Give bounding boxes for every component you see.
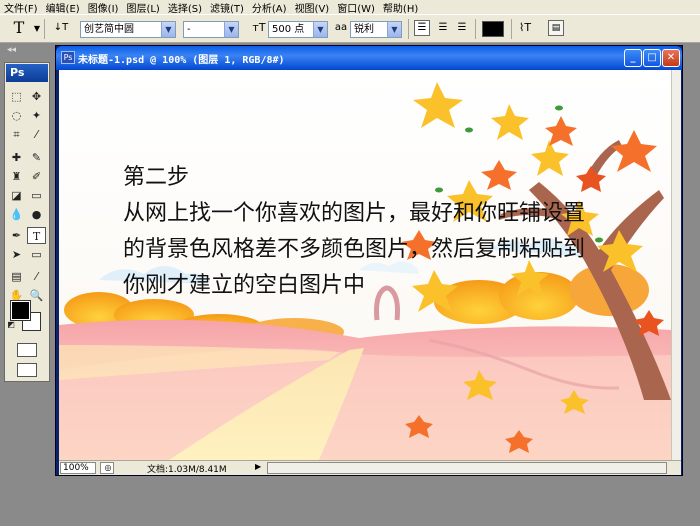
menu-view[interactable]: 视图(V) (291, 0, 334, 15)
divider (475, 19, 476, 39)
canvas-text-line-2: 从网上找一个你喜欢的图片，最好和你旺铺设置 (123, 201, 586, 226)
status-options-icon[interactable]: ◎ (100, 462, 114, 474)
dodge-tool-icon[interactable]: ● (27, 206, 46, 223)
slice-tool-icon[interactable]: ⁄ (27, 126, 46, 143)
crop-tool-icon[interactable]: ⌗ (7, 126, 26, 143)
warp-text-icon[interactable]: ⌇T (516, 19, 534, 37)
blur-tool-icon[interactable]: 💧 (7, 206, 26, 223)
text-color-swatch[interactable] (482, 21, 504, 37)
vertical-scrollbar[interactable] (671, 70, 681, 460)
canvas-text-line-3: 的背景色风格差不多颜色图片，然后复制粘贴到 (123, 237, 586, 262)
history-brush-tool-icon[interactable]: ✐ (27, 168, 46, 185)
divider (408, 19, 409, 39)
default-colors-icon[interactable]: ◩ (6, 320, 16, 330)
marquee-tool-icon[interactable]: ⬚ (7, 88, 26, 105)
align-right-icon[interactable]: ☰ (453, 19, 471, 37)
font-size-select[interactable]: 500 点 ▼ (268, 21, 328, 38)
document-status-bar: 100% ◎ 文档:1.03M/8.41M ▶ (59, 460, 681, 475)
menu-select[interactable]: 选择(S) (164, 0, 206, 15)
divider (511, 19, 512, 39)
foreground-color-swatch[interactable] (10, 300, 31, 321)
image-canvas[interactable]: 第二步 从网上找一个你喜欢的图片，最好和你旺铺设置 的背景色风格差不多颜色图片，… (59, 70, 671, 460)
workspace-background (0, 478, 700, 526)
anti-alias-select[interactable]: 锐利 ▼ (350, 21, 402, 38)
type-tool-icon[interactable]: T (27, 227, 46, 244)
horizontal-scrollbar[interactable] (267, 462, 667, 474)
menu-window[interactable]: 窗口(W) (333, 0, 379, 15)
document-title: 未标题-1.psd @ 100% (图层 1, RGB/8#) (78, 55, 285, 66)
path-selection-tool-icon[interactable]: ➤ (7, 246, 26, 263)
photoshop-logo: Ps (6, 64, 48, 82)
font-style-value: - (187, 24, 191, 35)
align-left-icon[interactable]: ☰ (414, 20, 430, 36)
pen-tool-icon[interactable]: ✒ (7, 227, 26, 244)
anti-alias-value: 锐利 (354, 24, 374, 35)
chevron-down-icon: ▼ (161, 22, 175, 37)
magic-wand-tool-icon[interactable]: ✦ (27, 107, 46, 124)
move-tool-icon[interactable]: ✥ (27, 88, 46, 105)
menu-layer[interactable]: 图层(L) (122, 0, 163, 15)
clone-stamp-tool-icon[interactable]: ♜ (7, 168, 26, 185)
eraser-tool-icon[interactable]: ◪ (7, 187, 26, 204)
tools-palette-grip[interactable]: ◂◂ (4, 45, 50, 59)
menu-file[interactable]: 文件(F) (0, 0, 42, 15)
menu-filter[interactable]: 滤镜(T) (206, 0, 248, 15)
shape-tool-icon[interactable]: ▭ (27, 246, 46, 263)
font-style-select[interactable]: - ▼ (183, 21, 239, 38)
font-family-select[interactable]: 创艺简中圆 ▼ (80, 21, 176, 38)
canvas-text-block: 第二步 从网上找一个你喜欢的图片，最好和你旺铺设置 的背景色风格差不多颜色图片，… (123, 160, 585, 304)
zoom-field[interactable]: 100% (60, 462, 96, 474)
chevron-down-icon: ▼ (387, 22, 401, 37)
menu-edit[interactable]: 编辑(E) (42, 0, 84, 15)
menu-bar: 文件(F) 编辑(E) 图像(I) 图层(L) 选择(S) 滤镜(T) 分析(A… (0, 0, 700, 15)
gradient-tool-icon[interactable]: ▭ (27, 187, 46, 204)
canvas-text-line-1: 第二步 (123, 165, 190, 190)
status-menu-arrow-icon[interactable]: ▶ (255, 462, 261, 471)
minimize-button[interactable]: _ (624, 49, 642, 67)
document-info: 文档:1.03M/8.41M (147, 465, 227, 475)
chevron-down-icon: ▼ (313, 22, 327, 37)
notes-tool-icon[interactable]: ▤ (7, 268, 26, 285)
chevron-down-icon: ▼ (224, 22, 238, 37)
eyedropper-tool-icon[interactable]: ⁄ (27, 268, 46, 285)
font-family-value: 创艺简中圆 (84, 24, 134, 35)
lasso-tool-icon[interactable]: ◌ (7, 107, 26, 124)
type-tool-preset-icon[interactable]: T (10, 19, 28, 37)
canvas-text-line-4: 你刚才建立的空白图片中 (123, 273, 366, 298)
healing-brush-tool-icon[interactable]: ✚ (7, 149, 26, 166)
menu-image[interactable]: 图像(I) (84, 0, 123, 15)
text-orientation-icon[interactable]: ↓T (52, 19, 70, 37)
options-bar: T ▼ ↓T 创艺简中圆 ▼ - ▼ ᴛT 500 点 ▼ aa 锐利 ▼ ☰ … (0, 14, 700, 43)
document-icon: Ps (61, 51, 75, 64)
align-center-icon[interactable]: ☰ (434, 19, 452, 37)
divider (44, 19, 45, 39)
tools-palette: Ps ⬚ ✥ ◌ ✦ ⌗ ⁄ ✚ ✎ ♜ ✐ ◪ ▭ 💧 ● ✒ T ➤ ▭ ▤… (4, 62, 50, 382)
menu-help[interactable]: 帮助(H) (379, 0, 422, 15)
font-size-icon: ᴛT (252, 21, 266, 34)
maximize-button[interactable]: □ (643, 49, 661, 67)
anti-alias-icon: aa (334, 22, 348, 33)
document-window: Ps 未标题-1.psd @ 100% (图层 1, RGB/8#) _ □ ✕ (55, 45, 683, 476)
anti-alias-label: a (334, 22, 341, 33)
font-size-value: 500 点 (272, 24, 305, 35)
screen-mode-icon[interactable] (17, 363, 37, 377)
menu-analysis[interactable]: 分析(A) (248, 0, 291, 15)
brush-tool-icon[interactable]: ✎ (27, 149, 46, 166)
quick-mask-icon[interactable] (17, 343, 37, 357)
close-button[interactable]: ✕ (662, 49, 680, 67)
character-panel-icon[interactable]: ▤ (548, 20, 564, 36)
document-titlebar[interactable]: Ps 未标题-1.psd @ 100% (图层 1, RGB/8#) _ □ ✕ (56, 46, 682, 70)
